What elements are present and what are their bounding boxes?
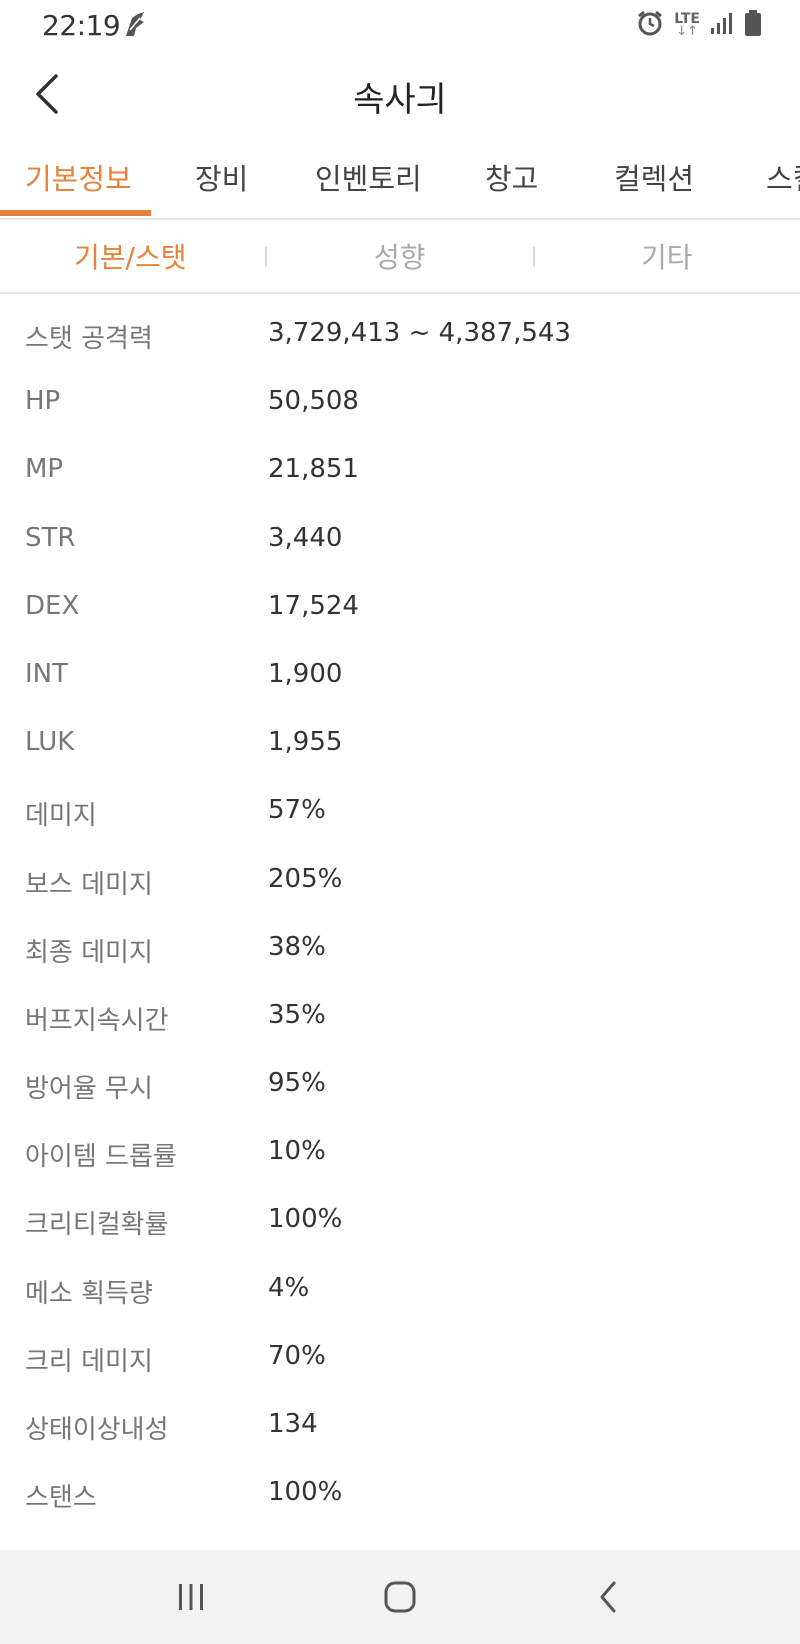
app-screen: 22:19 LTE ↓↑ 속사긔 기본정보 장비 인벤토리 창고 컬렉션 스 기… [0,0,800,1644]
nav-back-button[interactable] [578,1572,638,1622]
stat-value: 17,524 [268,590,359,621]
subtab-tendency[interactable]: 성향 [374,236,426,276]
stat-row: 메소 획득량 4% [0,1259,800,1327]
stat-label: 메소 획득량 [25,1278,153,1309]
stat-label: 방어율 무시 [25,1074,153,1105]
stat-value: 70% [268,1340,326,1371]
stat-label: 스탯 공격력 [25,324,153,354]
stat-row: STR 3,440 [0,509,800,577]
stat-label: STR [25,522,76,553]
subtab-etc[interactable]: 기타 [641,236,693,276]
stat-value: 38% [268,931,326,962]
stat-label: 보스 데미지 [25,869,153,900]
stat-label: 아이템 드롭률 [25,1142,177,1173]
stat-row: 최종 데미지 38% [0,918,800,986]
stat-value: 1,955 [268,727,343,758]
tab-storage[interactable]: 창고 [485,156,538,198]
recent-apps-button[interactable] [161,1572,221,1622]
tab-indicator [0,210,151,216]
stat-value: 57% [268,795,326,826]
sub-divider [265,247,267,267]
header: 속사긔 [0,56,800,136]
stat-row: 보스 데미지 205% [0,850,800,918]
lte-icon: LTE ↓↑ [674,10,700,39]
stat-label: LUK [25,727,75,758]
stat-row: INT 1,900 [0,645,800,713]
stat-list: 스탯 공격력 3,729,413 ~ 4,387,543 HP 50,508 M… [0,304,800,1531]
system-nav-bar [0,1550,800,1644]
home-button[interactable] [370,1572,430,1622]
stat-label: 크리티컬확률 [25,1210,169,1241]
stat-label: DEX [25,590,80,621]
stat-value: 3,440 [268,522,343,553]
status-bar: 22:19 LTE ↓↑ [0,0,800,50]
stat-label: HP [25,386,61,417]
stat-value: 50,508 [268,386,359,417]
stat-value: 100% [268,1204,343,1235]
stat-label: 버프지속시간 [25,1005,169,1036]
alarm-icon [636,9,664,41]
notification-icon [122,10,148,38]
sub-divider [533,247,535,267]
stat-row: 스탠스 100% [0,1463,800,1531]
signal-icon [710,11,734,39]
stat-value: 95% [268,1068,326,1099]
stat-label: 최종 데미지 [25,937,153,968]
stat-value: 3,729,413 ~ 4,387,543 [268,318,571,348]
stat-row: 스탯 공격력 3,729,413 ~ 4,387,543 [0,304,800,372]
stat-row: HP 50,508 [0,372,800,440]
subtab-basic-stats[interactable]: 기본/스탯 [74,236,186,276]
stat-label: 크리 데미지 [25,1346,153,1377]
stat-label: 스탠스 [25,1483,97,1514]
status-time: 22:19 [42,9,121,42]
recent-apps-icon [179,1584,203,1610]
stat-row: LUK 1,955 [0,713,800,781]
stat-row: 방어율 무시 95% [0,1054,800,1122]
stat-label: 상태이상내성 [25,1415,169,1445]
page-title: 속사긔 [353,80,447,120]
stat-value: 100% [268,1477,343,1508]
stat-value: 4% [268,1272,310,1303]
home-icon [384,1581,416,1613]
stat-value: 21,851 [268,454,359,485]
main-tab-bar: 기본정보 장비 인벤토리 창고 컬렉션 스킬 [0,148,800,220]
back-icon [600,1581,616,1613]
sub-tab-bar: 기본/스탯 성향 기타 [0,220,800,294]
stat-value: 134 [268,1409,318,1439]
stat-label: MP [25,454,64,485]
stat-row: 버프지속시간 35% [0,986,800,1054]
tab-equipment[interactable]: 장비 [195,156,248,198]
tab-skill[interactable]: 스킬 [766,156,800,198]
stat-row: MP 21,851 [0,440,800,508]
battery-icon [744,9,762,41]
stat-row: DEX 17,524 [0,577,800,645]
stat-row: 상태이상내성 134 [0,1395,800,1463]
status-icons: LTE ↓↑ [636,8,762,42]
tab-inventory[interactable]: 인벤토리 [315,156,422,198]
stat-label: 데미지 [25,801,97,832]
stat-value: 1,900 [268,658,343,689]
stat-row: 크리 데미지 70% [0,1327,800,1395]
stat-label: INT [25,658,68,689]
tab-basic-info[interactable]: 기본정보 [25,156,132,198]
stat-row: 아이템 드롭률 10% [0,1122,800,1190]
stat-row: 데미지 57% [0,781,800,849]
stat-row: 크리티컬확률 100% [0,1190,800,1258]
stat-value: 35% [268,999,326,1030]
tab-collection[interactable]: 컬렉션 [614,156,694,198]
stat-value: 10% [268,1136,326,1167]
stat-value: 205% [268,863,343,894]
